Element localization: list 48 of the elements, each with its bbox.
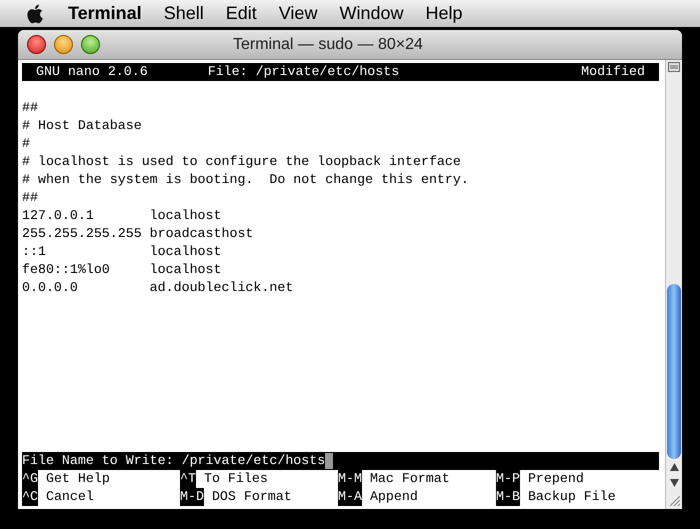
window-title: Terminal — sudo — 80×24 — [233, 34, 423, 54]
text-cursor — [325, 453, 334, 469]
minimize-icon[interactable] — [54, 35, 73, 54]
menu-item[interactable]: Edit — [226, 0, 257, 27]
close-icon[interactable] — [27, 35, 46, 54]
shortcut-key: M-A — [338, 488, 362, 506]
file-name: File: /private/etc/hosts — [208, 63, 400, 81]
shortcut-label: DOS Format — [212, 488, 292, 506]
code-line: # — [22, 135, 31, 153]
shortcut-label: To Files — [204, 470, 268, 488]
shortcut-key: ^C — [22, 488, 38, 506]
split-icon[interactable] — [668, 62, 680, 72]
menu-item[interactable]: Window — [339, 0, 404, 27]
prompt-text[interactable]: File Name to Write: /private/etc/hosts — [22, 452, 326, 470]
shortcut-key: M-B — [496, 488, 520, 506]
code-line: fe80::1%lo0 localhost — [22, 261, 222, 279]
zoom-icon[interactable] — [81, 35, 100, 54]
scroll-up-icon[interactable] — [670, 463, 678, 471]
scroll-down-icon[interactable] — [670, 479, 678, 487]
resize-grip-icon[interactable] — [668, 494, 680, 506]
code-line: ::1 localhost — [22, 243, 222, 261]
code-line: # localhost is used to configure the loopback interface — [22, 153, 462, 171]
editor-version: GNU nano 2.0.6 — [36, 63, 148, 81]
scroll-thumb[interactable] — [667, 284, 681, 459]
shortcut-label: Prepend — [528, 470, 584, 488]
shortcut-key: M-D — [180, 488, 204, 506]
code-line: 0.0.0.0 ad.doubleclick.net — [22, 279, 294, 297]
code-line: ## — [22, 189, 39, 207]
shortcut-key: ^T — [180, 470, 196, 488]
shortcut-label: Append — [370, 488, 418, 506]
shortcut-key: M-P — [496, 470, 520, 488]
shortcut-label: Backup File — [528, 488, 616, 506]
code-line: ## — [22, 99, 39, 117]
scrollbar[interactable] — [665, 60, 682, 509]
menu-item[interactable]: Help — [425, 0, 463, 27]
code-line: # Host Database — [22, 117, 143, 135]
code-line: # when the system is booting. Do not change this entry. — [22, 171, 470, 189]
code-line: 127.0.0.1 localhost — [22, 207, 222, 225]
code-line: 255.255.255.255 broadcasthost — [22, 225, 254, 243]
modified-status: Modified — [581, 63, 645, 81]
shortcut-label: Get Help — [46, 470, 110, 488]
shortcut-key: ^G — [22, 470, 38, 488]
shortcut-label: Cancel — [46, 488, 94, 506]
menu-item[interactable]: Shell — [164, 0, 204, 27]
menu-item[interactable]: Terminal — [68, 0, 142, 27]
shortcut-label: Mac Format — [370, 470, 450, 488]
menu-item[interactable]: View — [278, 0, 318, 27]
shortcut-key: M-M — [338, 470, 362, 488]
